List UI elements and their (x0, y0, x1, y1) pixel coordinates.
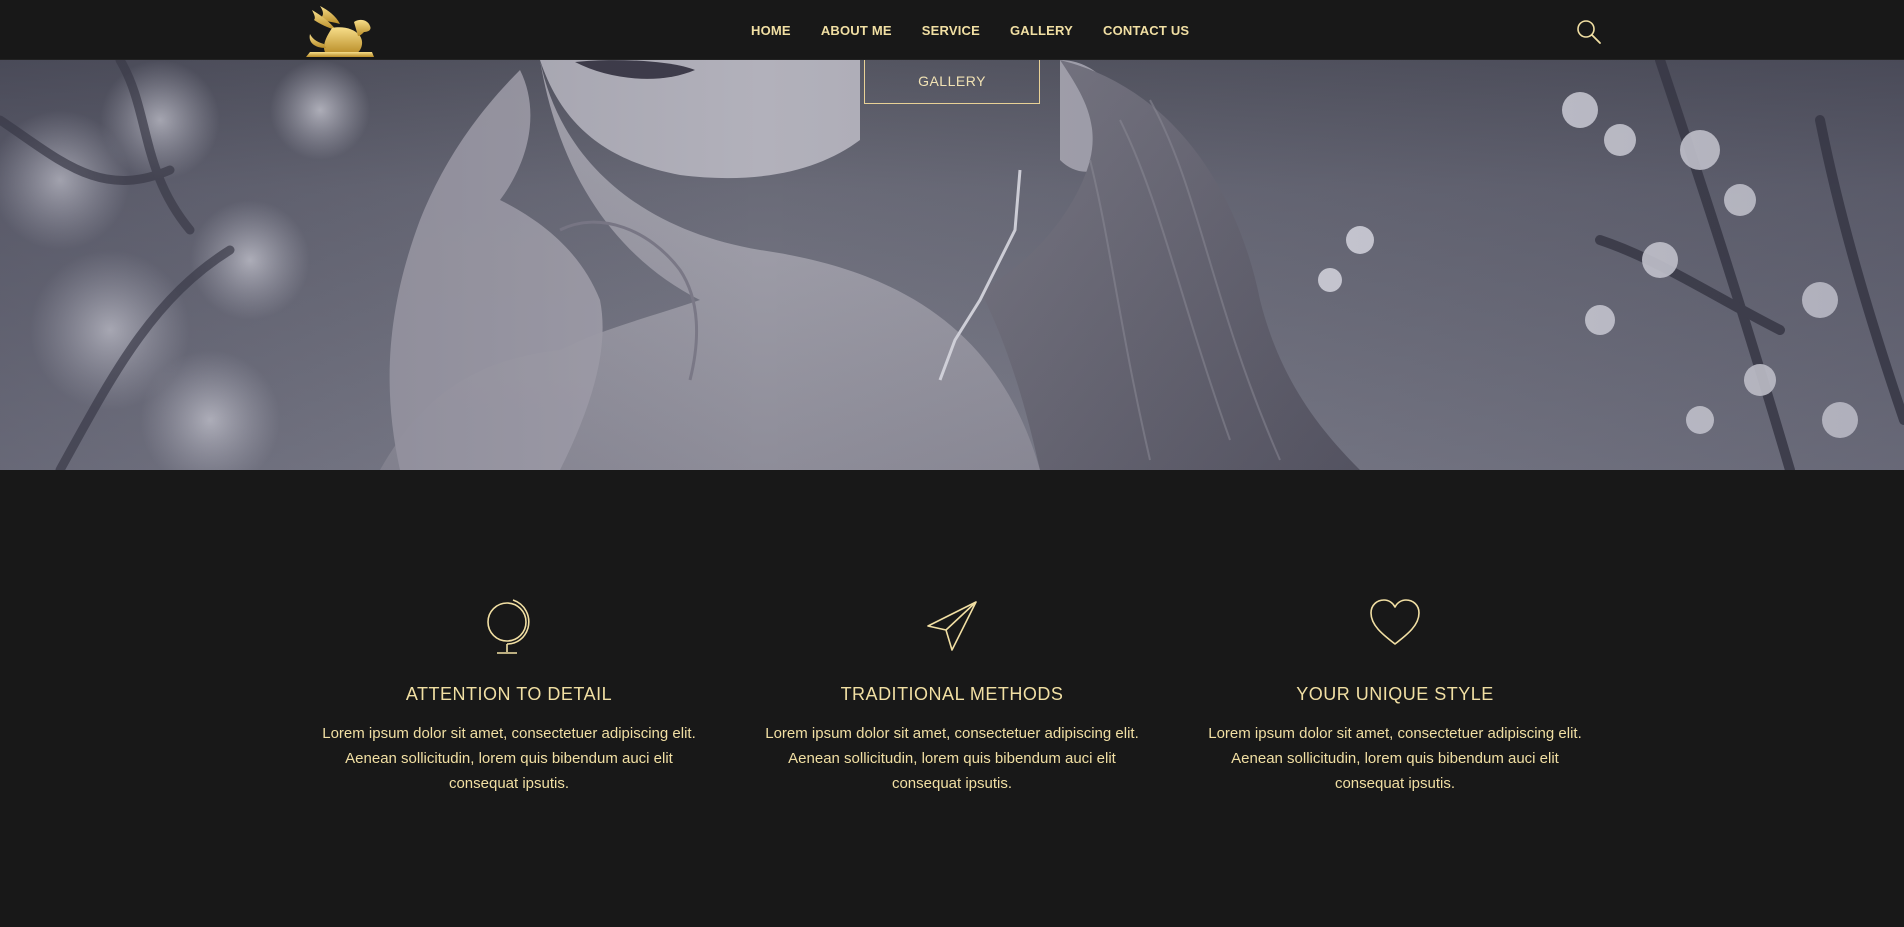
feature-title: TRADITIONAL METHODS (840, 684, 1064, 704)
feature-card: YOUR UNIQUE STYLE Lorem ipsum dolor sit … (1200, 598, 1590, 796)
hero-gallery-button[interactable]: GALLERY (864, 58, 1040, 104)
feature-description: Lorem ipsum dolor sit amet, consectetuer… (1208, 725, 1582, 792)
search-icon[interactable] (1576, 19, 1602, 45)
nav-home[interactable]: HOME (751, 23, 791, 38)
feature-description: Lorem ipsum dolor sit amet, consectetuer… (765, 725, 1139, 792)
hero-banner: GALLERY (0, 0, 1904, 470)
nav-contact-us[interactable]: CONTACT US (1103, 23, 1189, 38)
features-section: ATTENTION TO DETAIL Lorem ipsum dolor si… (0, 470, 1904, 927)
nav-about-me[interactable]: ABOUT ME (821, 23, 892, 38)
feature-card: TRADITIONAL METHODS Lorem ipsum dolor si… (757, 598, 1147, 796)
feature-card: ATTENTION TO DETAIL Lorem ipsum dolor si… (314, 598, 704, 796)
heart-icon (1370, 599, 1420, 645)
griffin-logo-icon[interactable] (302, 2, 378, 60)
feature-title: ATTENTION TO DETAIL (405, 684, 613, 704)
paper-plane-icon (927, 601, 977, 651)
globe-icon (487, 599, 530, 654)
main-nav: HOME ABOUT ME SERVICE GALLERY CONTACT US (751, 0, 1219, 60)
top-navbar: HOME ABOUT ME SERVICE GALLERY CONTACT US (0, 0, 1904, 60)
nav-gallery[interactable]: GALLERY (1010, 23, 1073, 38)
feature-description: Lorem ipsum dolor sit amet, consectetuer… (322, 725, 696, 792)
feature-title: YOUR UNIQUE STYLE (1296, 684, 1494, 704)
nav-service[interactable]: SERVICE (922, 23, 980, 38)
